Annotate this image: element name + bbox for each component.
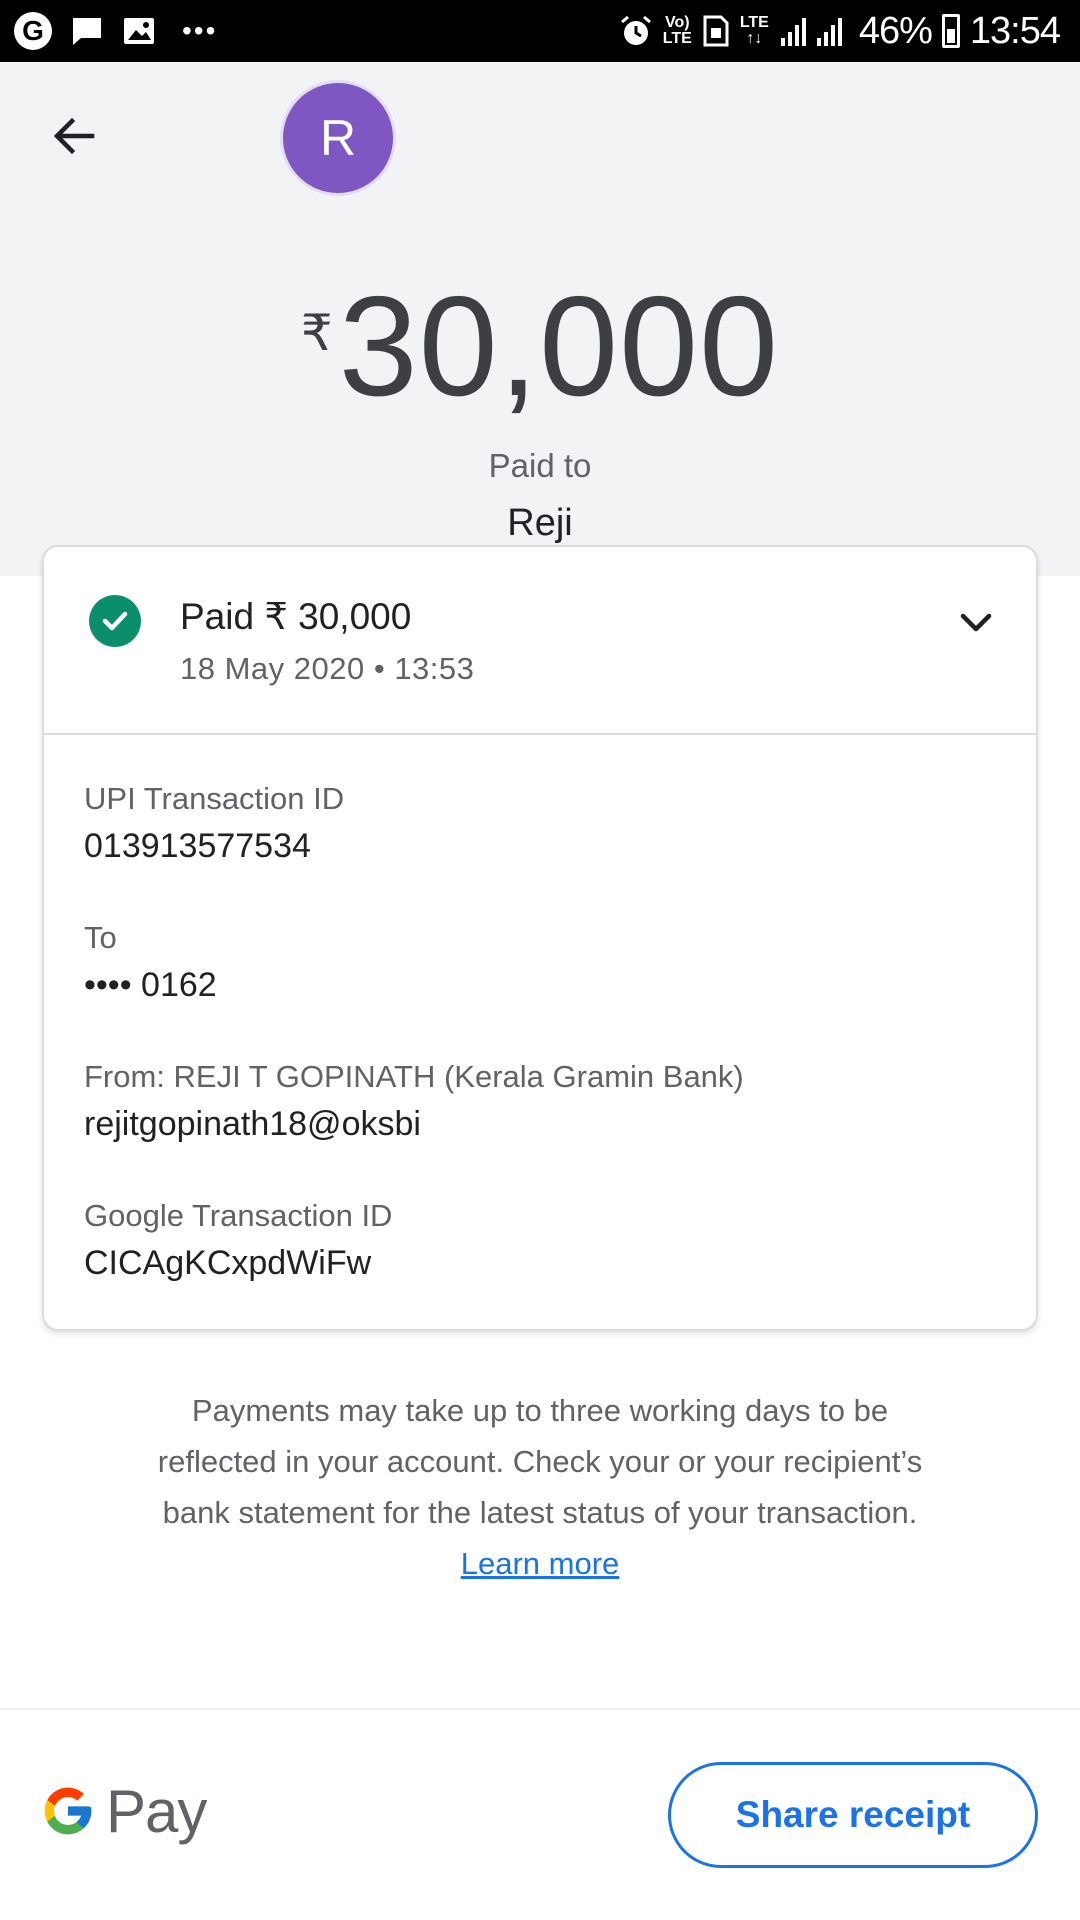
card-divider	[44, 733, 1036, 735]
payment-delay-note: Payments may take up to three working da…	[150, 1385, 930, 1589]
detail-from-account: From: REJI T GOPINATH (Kerala Gramin Ban…	[84, 1057, 744, 1147]
transaction-card: Paid ₹ 30,000 18 May 2020 • 13:53 UPI Tr…	[42, 545, 1038, 1331]
volte-top-label: Vo)	[665, 14, 690, 31]
detail-value: CICAgKCxpdWiFw	[84, 1244, 372, 1282]
signal-icon	[780, 18, 842, 46]
payee-name: Reji	[507, 502, 573, 544]
back-button[interactable]	[40, 102, 108, 170]
more-icon: •••	[182, 15, 218, 46]
message-icon	[73, 18, 101, 45]
alarm-icon	[620, 15, 651, 45]
google-g-logo-icon	[44, 1787, 92, 1835]
amount: ₹30,000	[0, 272, 1080, 422]
google-g-icon: G	[14, 12, 52, 50]
transaction-summary-toggle[interactable]: Paid ₹ 30,000 18 May 2020 • 13:53	[44, 547, 1036, 733]
gpay-logo: Pay	[40, 1776, 207, 1846]
data-arrows-icon: ↑↓	[746, 30, 763, 47]
learn-more-link[interactable]: Learn more	[461, 1546, 620, 1581]
detail-google-transaction-id: Google Transaction ID CICAgKCxpdWiFw	[84, 1196, 392, 1286]
battery-icon	[941, 14, 960, 48]
detail-label: UPI Transaction ID	[84, 781, 345, 816]
status-bar-system: Vo) LTE LTE ↑↓ 46% 13:54	[619, 6, 1061, 56]
arrow-back-icon	[53, 117, 95, 155]
share-receipt-button[interactable]: Share receipt	[668, 1762, 1038, 1868]
detail-label: Google Transaction ID	[84, 1198, 393, 1233]
paid-to-label: Paid to	[488, 447, 592, 484]
volte-bottom-label: LTE	[662, 30, 692, 47]
status-bar: G ••• Vo) LTE LTE ↑↓ 46% 13:54	[0, 0, 1080, 62]
lte-indicator: LTE ↑↓	[740, 15, 769, 47]
detail-to-account: To •••• 0162	[84, 918, 217, 1008]
image-icon	[124, 18, 154, 44]
detail-value: 013913577534	[84, 827, 311, 865]
detail-label: To	[84, 920, 117, 955]
avatar: R	[280, 80, 396, 196]
payment-date-time: 18 May 2020 • 13:53	[180, 651, 475, 686]
status-bar-notifications: G •••	[14, 10, 217, 52]
chevron-down-icon[interactable]	[956, 603, 996, 643]
volte-indicator: Vo) LTE	[663, 15, 692, 47]
status-time: 13:54	[969, 9, 1061, 52]
amount-value: 30,000	[338, 267, 780, 426]
detail-value: rejitgopinath18@oksbi	[84, 1105, 421, 1143]
detail-label: From: REJI T GOPINATH (Kerala Gramin Ban…	[84, 1059, 744, 1094]
gpay-brand-text: Pay	[106, 1777, 207, 1845]
payment-header: R ₹30,000 Paid to Reji	[0, 62, 1080, 576]
battery-percent: 46%	[858, 9, 933, 52]
payment-status-title: Paid ₹ 30,000	[180, 596, 412, 637]
note-text: Payments may take up to three working da…	[157, 1393, 923, 1530]
detail-upi-transaction-id: UPI Transaction ID 013913577534	[84, 779, 344, 869]
avatar-letter: R	[319, 110, 357, 166]
currency-symbol: ₹	[300, 305, 333, 361]
detail-value: •••• 0162	[84, 966, 217, 1004]
check-circle-icon	[89, 595, 141, 647]
sim-icon	[703, 15, 729, 47]
footer-divider	[0, 1708, 1080, 1710]
lte-label: LTE	[739, 14, 769, 31]
